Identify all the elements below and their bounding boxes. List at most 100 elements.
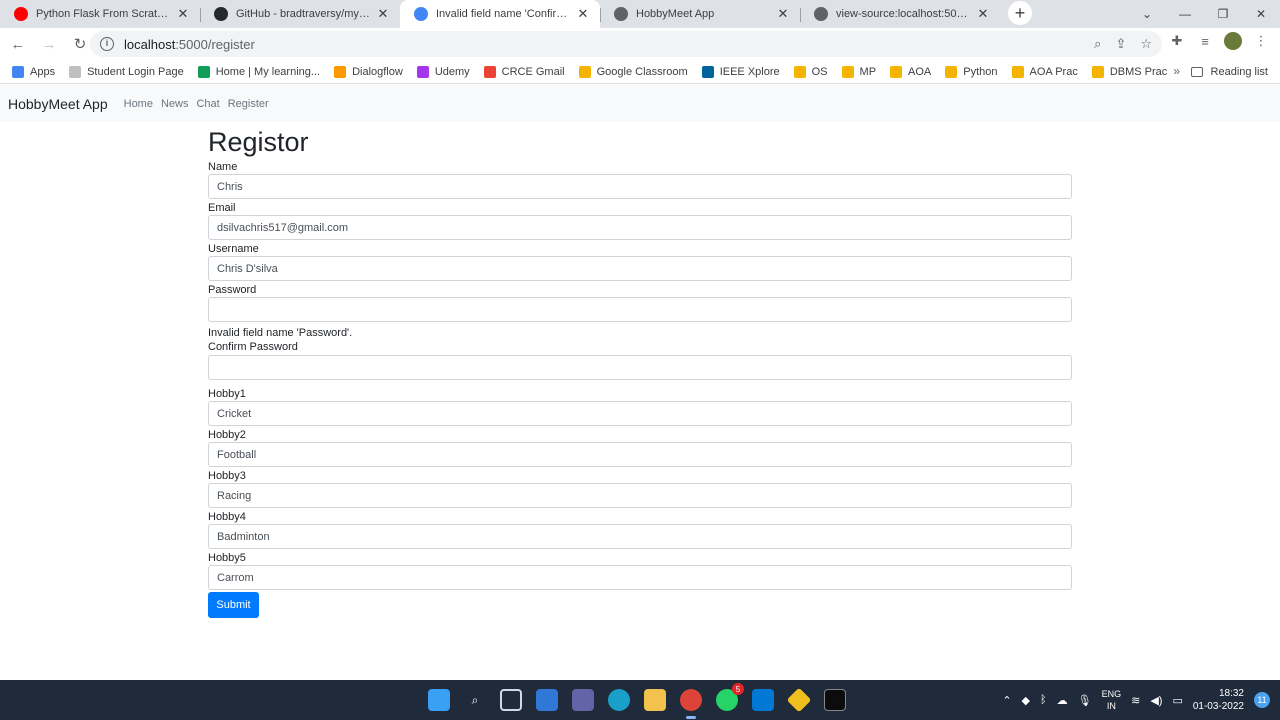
forward-icon[interactable]: → — [36, 36, 62, 53]
profile-avatar[interactable] — [1224, 32, 1242, 50]
tab-search-icon[interactable]: ⌄ — [1128, 7, 1166, 21]
password-input[interactable] — [208, 297, 1072, 322]
browser-tab[interactable]: GitHub - bradtraversy/myflaskapp ✕ — [200, 0, 400, 28]
windows-taskbar: ⌕ 5 ⌃ ◆ ᛒ ☁ 🎙 ENG IN ≋ ◀) ▭ 18:32 01-03-… — [0, 680, 1280, 720]
site-info-icon[interactable]: i — [100, 37, 114, 51]
reading-list-label: Reading list — [1210, 66, 1268, 78]
username-input[interactable]: Chris D'silva — [208, 256, 1072, 281]
bookmark-item[interactable]: Dialogflow — [334, 65, 403, 78]
new-tab-button[interactable]: + — [1008, 1, 1032, 25]
language-code: ENG — [1101, 689, 1122, 699]
language-indicator[interactable]: ENG IN — [1102, 688, 1122, 712]
clock[interactable]: 18:32 01-03-2022 — [1193, 687, 1244, 713]
hobby2-input[interactable]: Football — [208, 442, 1072, 467]
hobby1-input[interactable]: Cricket — [208, 401, 1072, 426]
maximize-button[interactable]: ❐ — [1204, 7, 1242, 21]
bookmark-icon — [12, 65, 24, 78]
window-controls: ⌄ — ❐ ✕ — [1128, 0, 1280, 28]
hobby1-label: Hobby1 — [208, 388, 246, 400]
bookmark-star-icon[interactable]: ☆ — [1140, 36, 1152, 52]
reading-list-button[interactable]: Reading list — [1190, 60, 1268, 84]
back-icon[interactable]: ← — [5, 36, 31, 53]
bookmark-item[interactable]: DBMS Prac — [1091, 65, 1168, 78]
git-icon[interactable] — [786, 687, 812, 713]
bookmark-label: Udemy — [434, 65, 470, 78]
bookmark-item[interactable]: AOA Prac — [1011, 65, 1078, 78]
teams-chat-icon[interactable] — [572, 689, 594, 711]
bookmark-item[interactable]: MP — [841, 65, 876, 78]
nav-link-home[interactable]: Home — [124, 98, 153, 110]
bookmark-item[interactable]: Google Classroom — [578, 65, 688, 78]
menu-icon[interactable]: ⋮ — [1252, 33, 1270, 49]
nav-link-chat[interactable]: Chat — [196, 98, 219, 110]
globe-icon — [614, 7, 628, 21]
bookmark-item[interactable]: Python — [945, 65, 998, 78]
confirm-password-input[interactable] — [208, 355, 1072, 380]
navbar-brand[interactable]: HobbyMeet App — [8, 96, 108, 112]
bookmark-item[interactable]: Udemy — [416, 65, 470, 78]
bookmark-item[interactable]: IEEE Xplore — [701, 65, 780, 78]
address-bar[interactable]: i localhost:5000/register ⌕ ⇪ ☆ — [90, 31, 1162, 57]
bookmark-icon — [416, 65, 429, 78]
bookmarks-bar: Apps Student Login Page Home | My learning… — [0, 60, 1280, 84]
bookmark-label: DBMS Prac — [1109, 65, 1168, 78]
more-bookmarks-icon[interactable]: » — [1173, 64, 1180, 78]
browser-tab[interactable]: HobbyMeet App ✕ — [600, 0, 800, 28]
chrome-icon[interactable] — [680, 689, 702, 719]
wifi-icon[interactable]: ≋ — [1131, 694, 1140, 707]
edge-icon[interactable] — [608, 689, 630, 711]
bookmark-item[interactable]: CRCE Gmail — [483, 65, 565, 78]
name-label: Name — [208, 161, 238, 173]
submit-button[interactable]: Submit — [208, 592, 259, 618]
bookmark-item[interactable]: OS — [793, 65, 828, 78]
browser-tab[interactable]: Python Flask From Scratch [Part 3] ✕ — [0, 0, 200, 28]
zoom-icon[interactable]: ⌕ — [1094, 36, 1101, 52]
email-input[interactable]: dsilvachris517@gmail.com — [208, 215, 1072, 240]
bookmark-item[interactable]: Apps — [12, 65, 55, 78]
nav-link-news[interactable]: News — [161, 98, 189, 110]
media-icon[interactable]: ≡ — [1196, 34, 1214, 49]
bluetooth-icon[interactable]: ᛒ — [1040, 694, 1047, 706]
close-tab-icon[interactable]: ✕ — [376, 6, 390, 22]
close-window-button[interactable]: ✕ — [1242, 7, 1280, 21]
bookmark-label: IEEE Xplore — [719, 65, 780, 78]
name-input[interactable]: Chris — [208, 174, 1072, 199]
bookmark-icon — [701, 65, 714, 78]
bookmark-item[interactable]: AOA — [890, 65, 931, 78]
bookmark-label: CRCE Gmail — [501, 65, 565, 78]
browser-tab[interactable]: view-source:localhost:5000/register ✕ — [800, 0, 1000, 28]
tray-app-icon[interactable]: ◆ — [1022, 694, 1030, 707]
hobby5-input[interactable]: Carrom — [208, 565, 1072, 590]
file-explorer-icon[interactable] — [644, 689, 666, 711]
notification-count-badge[interactable]: 11 — [1254, 692, 1270, 708]
task-view-icon[interactable] — [500, 689, 522, 711]
widgets-icon[interactable] — [536, 689, 558, 711]
cloud-icon[interactable]: ☁ — [1057, 694, 1068, 707]
close-tab-icon[interactable]: ✕ — [976, 6, 990, 22]
hobby3-input[interactable]: Racing — [208, 483, 1072, 508]
microphone-icon[interactable]: 🎙 — [1078, 694, 1092, 707]
clock-time: 18:32 — [1218, 688, 1244, 699]
hobby4-input[interactable]: Badminton — [208, 524, 1072, 549]
windows-start-icon[interactable] — [428, 689, 450, 711]
share-icon[interactable]: ⇪ — [1115, 36, 1126, 52]
battery-icon[interactable]: ▭ — [1172, 694, 1182, 707]
minimize-button[interactable]: — — [1166, 7, 1204, 21]
close-tab-icon[interactable]: ✕ — [176, 6, 190, 22]
terminal-icon[interactable] — [824, 689, 846, 711]
bookmark-item[interactable]: Student Login Page — [69, 65, 184, 78]
show-hidden-icons-icon[interactable]: ⌃ — [1002, 694, 1011, 707]
vscode-icon[interactable] — [752, 689, 774, 711]
nav-link-register[interactable]: Register — [228, 98, 269, 110]
bookmark-icon — [69, 65, 82, 78]
volume-icon[interactable]: ◀) — [1150, 694, 1162, 707]
tab-title: HobbyMeet App — [636, 8, 715, 20]
bookmark-item[interactable]: Home | My learning... — [197, 65, 320, 78]
browser-tab[interactable]: Invalid field name 'Confirm'. error ✕ — [400, 0, 600, 28]
confirm-password-label: Confirm Password — [208, 341, 298, 353]
close-tab-icon[interactable]: ✕ — [576, 6, 590, 22]
search-icon[interactable]: ⌕ — [464, 689, 486, 711]
extensions-icon[interactable]: ✚ — [1168, 33, 1186, 49]
whatsapp-icon[interactable]: 5 — [716, 683, 744, 711]
close-tab-icon[interactable]: ✕ — [776, 6, 790, 22]
